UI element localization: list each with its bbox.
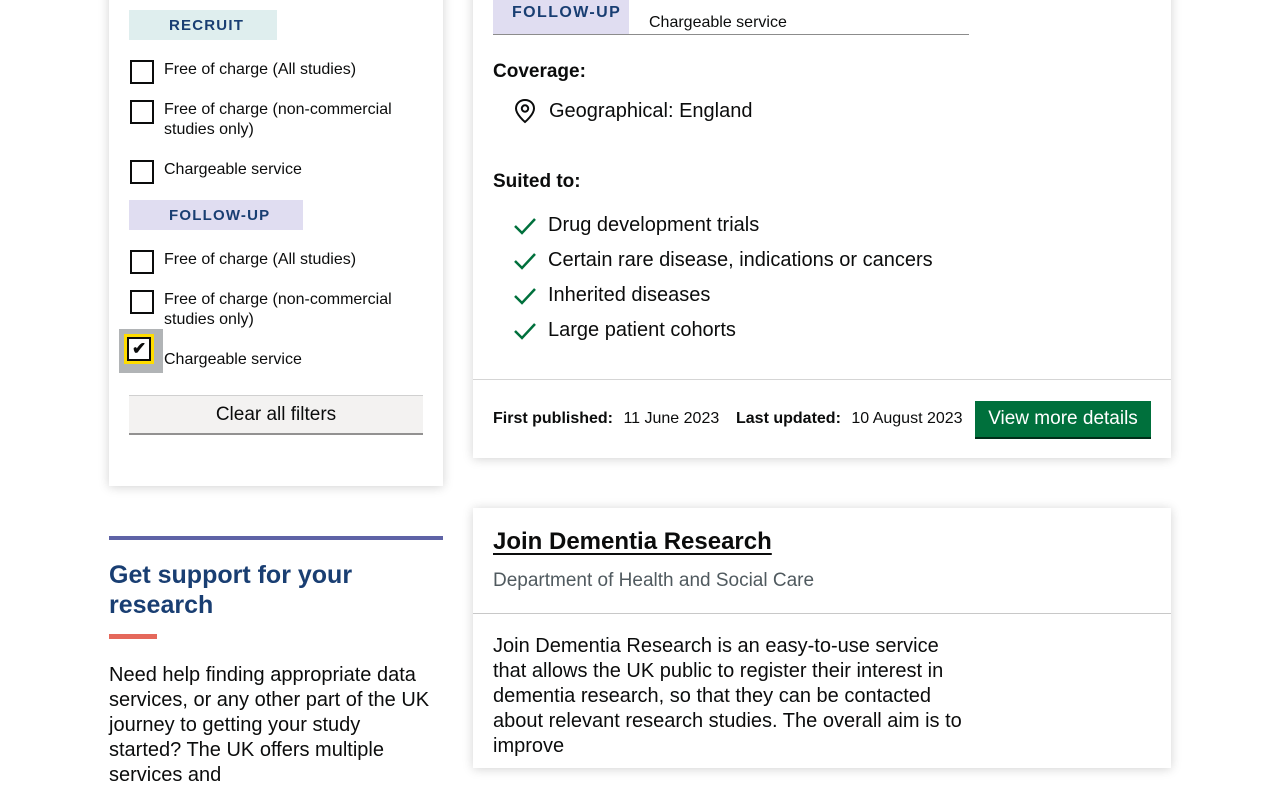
recruit-tag: RECRUIT	[129, 10, 277, 40]
result-card: Join Dementia Research Department of Hea…	[473, 508, 1171, 768]
coverage-value: Geographical: England	[549, 99, 753, 122]
checkmark-icon: ✔	[132, 339, 147, 358]
first-published-label: First published:	[493, 410, 613, 427]
support-top-rule	[109, 536, 443, 540]
checkbox[interactable]	[130, 250, 154, 274]
check-icon	[514, 252, 536, 270]
clear-filters-button[interactable]: Clear all filters	[129, 395, 423, 435]
last-updated: Last updated: 10 August 2023	[736, 410, 963, 428]
checkbox-focus-ring[interactable]: ✔	[119, 329, 163, 373]
checkbox-label: Free of charge (non-commercial studies o…	[164, 291, 392, 328]
divider	[473, 613, 1171, 614]
filter-panel: RECRUIT Free of charge (All studies) Fre…	[109, 0, 443, 486]
location-pin-icon	[514, 98, 536, 124]
first-published-value: 11 June 2023	[623, 410, 720, 427]
first-published: First published: 11 June 2023	[493, 410, 719, 428]
card-footer: First published: 11 June 2023 Last updat…	[473, 379, 1171, 459]
cost-row: FOLLOW-UP Chargeable service	[493, 0, 969, 35]
list-item: Certain rare disease, indications or can…	[513, 243, 933, 278]
followup-cost-tag: FOLLOW-UP	[493, 0, 629, 34]
list-item: Large patient cohorts	[513, 313, 933, 348]
result-card: FOLLOW-UP Chargeable service Coverage: G…	[473, 0, 1171, 458]
checkbox[interactable]	[130, 60, 154, 84]
check-icon	[514, 287, 536, 305]
checkbox[interactable]	[130, 290, 154, 314]
support-title: Get support for your research	[109, 561, 353, 619]
result-description: Join Dementia Research is an easy-to-use…	[493, 635, 962, 757]
suited-item-label: Certain rare disease, indications or can…	[548, 249, 933, 271]
last-updated-label: Last updated:	[736, 410, 841, 427]
list-item: Inherited diseases	[513, 278, 933, 313]
checkbox-label: Chargeable service	[164, 161, 302, 178]
support-accent-bar	[109, 634, 157, 639]
checkbox-label: Chargeable service	[164, 351, 302, 368]
suited-item-label: Inherited diseases	[548, 284, 711, 306]
support-section: Get support for your research Need help …	[109, 536, 443, 788]
checkbox-label: Free of charge (All studies)	[164, 251, 357, 268]
support-body: Need help finding appropriate data servi…	[109, 664, 430, 786]
last-updated-value: 10 August 2023	[851, 410, 963, 427]
checkbox-label: Free of charge (All studies)	[164, 61, 357, 78]
coverage-item: Geographical: England	[513, 98, 752, 124]
check-icon	[514, 322, 536, 340]
coverage-heading: Coverage:	[493, 61, 586, 82]
checkbox[interactable]	[130, 100, 154, 124]
suited-item-label: Large patient cohorts	[548, 319, 736, 341]
checkbox-checked[interactable]: ✔	[124, 334, 154, 364]
result-title-link[interactable]: Join Dementia Research	[493, 528, 772, 556]
checkbox-label: Free of charge (non-commercial studies o…	[164, 101, 392, 138]
suited-heading: Suited to:	[493, 171, 581, 192]
check-icon	[514, 217, 536, 235]
checkbox[interactable]	[130, 160, 154, 184]
list-item: Drug development trials	[513, 208, 933, 243]
suited-list: Drug development trials Certain rare dis…	[513, 208, 933, 348]
cost-value: Chargeable service	[649, 14, 787, 31]
followup-tag: FOLLOW-UP	[129, 200, 303, 230]
result-organisation: Department of Health and Social Care	[493, 570, 815, 591]
suited-item-label: Drug development trials	[548, 214, 760, 236]
view-more-details-button[interactable]: View more details	[975, 401, 1151, 439]
